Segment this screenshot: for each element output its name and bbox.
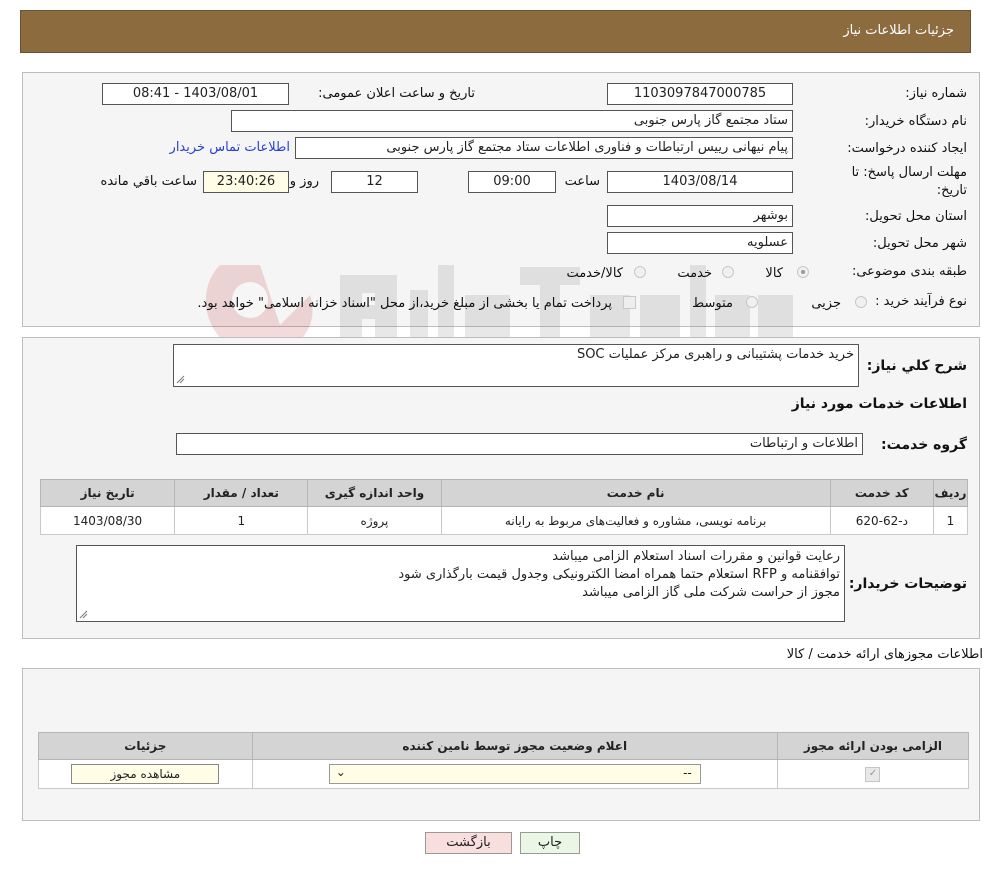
cell-service-name: برنامه نویسی، مشاوره و فعالیت‌های مربوط … [440,506,831,535]
cell-permit-status: -- ⌄ [251,759,778,789]
view-permit-button[interactable]: مشاهده مجوز [71,764,220,784]
service-group-field: اطلاعات و ارتباطات [176,433,863,455]
table-row: 1 د-62-620 برنامه نویسی، مشاوره و فعالیت… [39,506,969,535]
services-title: اطلاعات خدمات مورد نياز [791,396,967,412]
buyer-notes-textarea[interactable]: رعایت قوانین و مقررات اسناد استعلام الزا… [76,545,845,622]
deadline-label: مهلت ارسال پاسخ: تا [851,165,967,180]
cell-quantity: 1 [174,506,309,535]
buyer-org-label: نام دستگاه خریدار: [864,114,967,129]
permits-table-header: الزامی بودن ارائه مجوز اعلام وضعیت مجوز … [38,732,970,760]
chevron-down-icon: ⌄ [335,765,346,779]
announce-field: 1403/08/01 - 08:41 [102,83,289,105]
deadline-date-field: 1403/08/14 [607,171,793,193]
process-minor-radio[interactable] [855,296,867,308]
back-button[interactable]: بازگشت [425,832,512,854]
creator-label: ایجاد کننده درخواست: [847,141,967,156]
category-goods-service-radio[interactable] [634,266,646,278]
category-label: طبقه بندی موضوعی: [851,264,967,279]
col-unit: واحد اندازه گيری [307,479,442,507]
process-medium-label: متوسط [692,296,733,311]
cell-unit: پروژه [307,506,442,535]
col-service-name: نام خدمت [440,479,831,507]
deadline-time-field: 09:00 [468,171,556,193]
table-row: ✓ -- ⌄ مشاهده مجوز [38,759,970,789]
service-group-label: گروه خدمت: [881,437,967,453]
summary-textarea[interactable]: خرید خدمات پشتیبانی و راهبری مرکز عملیات… [173,344,859,387]
process-medium-radio[interactable] [746,296,758,308]
col-quantity: تعداد / مقدار [174,479,309,507]
cell-permit-details: مشاهده مجوز [38,759,253,789]
need-number-label: شماره نیاز: [905,86,967,101]
process-minor-label: جزیی [811,296,841,311]
permit-required-checkbox: ✓ [865,766,881,782]
buyer-contact-link[interactable]: اطلاعات تماس خریدار [170,140,290,155]
remaining-label: ساعت باقي مانده [100,174,197,189]
days-label: روز و [289,174,319,189]
treasury-checkbox[interactable] [623,296,636,309]
category-goods-service-label: کالا/خدمت [566,266,623,281]
city-field: عسلویه [607,232,793,254]
deadline-label-2: تاریخ: [936,183,967,198]
cell-service-code: د-62-620 [829,506,934,535]
time-label: ساعت [564,174,600,189]
col-need-date: تاريخ نياز [39,479,176,507]
treasury-note: پرداخت تمام یا بخشی از مبلغ خرید،از محل … [197,296,612,311]
category-service-radio[interactable] [722,266,734,278]
col-row-number: رديف [932,479,969,507]
permit-status-select[interactable]: -- ⌄ [328,764,701,784]
process-label: نوع فرآیند خرید : [875,294,967,309]
permits-title: اطلاعات مجوزهای ارائه خدمت / کالا [786,647,983,662]
permits-table: الزامی بودن ارائه مجوز اعلام وضعیت مجوز … [38,732,970,789]
buyer-org-field: ستاد مجتمع گاز پارس جنوبی [231,110,793,132]
days-field: 12 [331,171,418,193]
col-permit-required: الزامی بودن ارائه مجوز [776,732,970,760]
col-permit-details: جزئیات [38,732,253,760]
page-title: جزئیات اطلاعات نیاز [843,23,954,38]
summary-label: شرح کلي نياز: [866,358,967,374]
announce-label: تاریخ و ساعت اعلان عمومی: [318,86,475,101]
col-service-code: کد خدمت [829,479,934,507]
need-number-field: 1103097847000785 [607,83,793,105]
buyer-notes-line-1: رعایت قوانین و مقررات اسناد استعلام الزا… [552,549,840,564]
category-goods-radio[interactable] [797,266,809,278]
province-label: استان محل تحویل: [865,209,967,224]
category-goods-label: کالا [765,266,783,281]
resize-handle-icon[interactable] [176,375,185,384]
buyer-notes-line-2: توافقنامه و RFP استعلام حتما همراه امضا … [398,567,840,582]
summary-text: خرید خدمات پشتیبانی و راهبری مرکز عملیات… [576,347,854,362]
remaining-time-field: 23:40:26 [203,171,289,193]
services-table: رديف کد خدمت نام خدمت واحد اندازه گيری ت… [39,479,969,535]
resize-handle-icon[interactable] [79,610,88,619]
cell-permit-required: ✓ [776,759,970,789]
buyer-notes-line-3: مجوز از حراست شرکت ملی گاز الزامی میباشد [582,585,840,600]
col-permit-status: اعلام وضعیت مجوز توسط نامین کننده [251,732,778,760]
cell-row-number: 1 [932,506,969,535]
province-field: بوشهر [607,205,793,227]
creator-field: پیام نیهانی رییس ارتباطات و فناوری اطلاع… [295,137,793,159]
buyer-notes-label: توضيحات خريدار: [848,576,967,592]
print-button[interactable]: چاپ [520,832,580,854]
category-service-label: خدمت [677,266,712,281]
city-label: شهر محل تحویل: [872,236,967,251]
services-table-header: رديف کد خدمت نام خدمت واحد اندازه گيری ت… [39,479,969,507]
cell-need-date: 1403/08/30 [39,506,176,535]
permit-status-value: -- [683,766,692,780]
page-header: جزئیات اطلاعات نیاز [20,10,971,53]
